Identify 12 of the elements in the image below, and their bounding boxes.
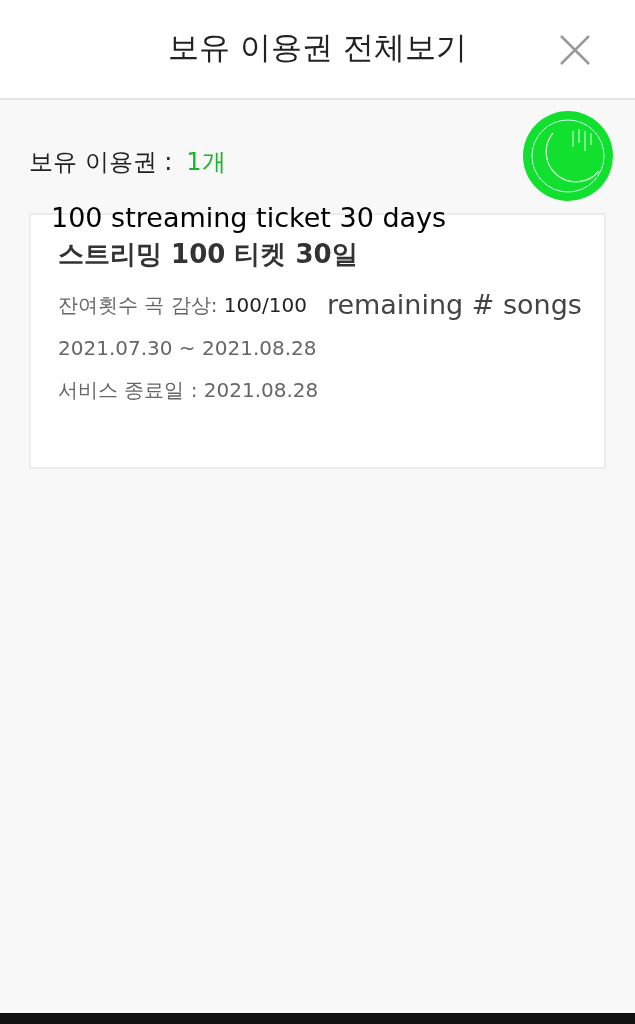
count-label: 보유 이용권 :	[29, 148, 173, 176]
header-title: 보유 이용권 전체보기	[168, 28, 467, 63]
remaining-count: 100/100	[223, 293, 307, 317]
service-end-date: 서비스 종료일 : 2021.08.28	[58, 380, 320, 400]
annotation-text: 100 streaming ticket 30 days	[51, 204, 447, 231]
close-icon[interactable]	[559, 34, 591, 66]
moon-logo-icon	[523, 111, 613, 201]
ticket-count: 1개	[186, 148, 226, 176]
validity-period: 2021.07.30 ~ 2021.08.28	[58, 338, 318, 358]
remaining-label: 잔여횟수 곡 감상:	[58, 293, 219, 317]
annotation-text: remaining # songs	[326, 289, 582, 320]
ticket-name: 스트리밍 100 티켓 30일	[58, 241, 359, 267]
